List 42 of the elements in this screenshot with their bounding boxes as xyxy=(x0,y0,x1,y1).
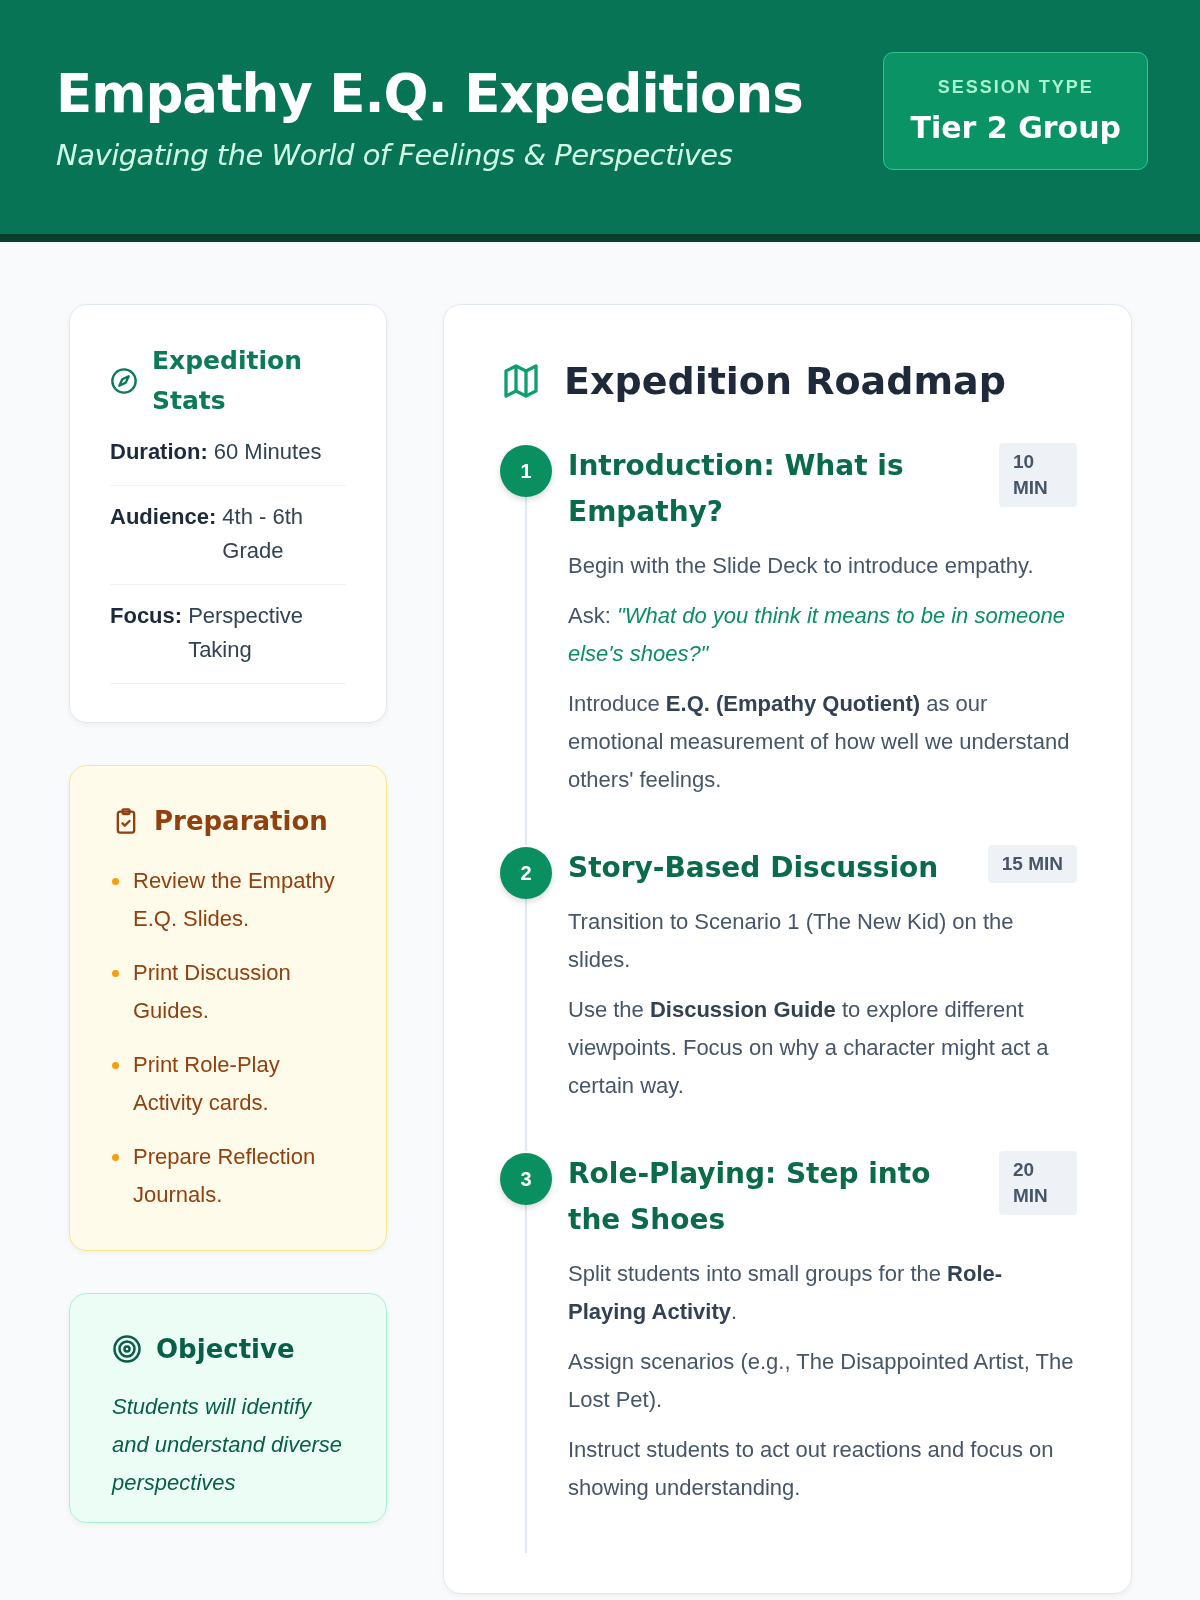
bullet-icon xyxy=(112,878,119,885)
step-text: Ask: "What do you think it means to be in someone else's shoes?" xyxy=(568,602,1066,668)
bullet-icon xyxy=(112,970,119,977)
page-subtitle: Navigating the World of Feelings & Perspectives xyxy=(56,137,734,172)
target-icon xyxy=(112,1334,142,1364)
step-title: Introduction: What is Empathy? xyxy=(568,448,905,530)
stat-value: 4th - 6th Grade xyxy=(222,503,305,565)
page-title: Empathy E.Q. Expeditions xyxy=(56,62,803,124)
step-text: Use the Discussion Guide to explore different viewpoints. Focus on why a character might act a certain way. xyxy=(568,996,1050,1100)
bullet-icon xyxy=(112,1062,119,1069)
preparation-item: Prepare Reflection Journals. xyxy=(133,1143,317,1209)
stat-value: 60 Minutes xyxy=(213,438,322,466)
session-type-label: SESSION TYPE xyxy=(937,77,1094,98)
step-number: 2 xyxy=(500,847,552,899)
step-text: Instruct students to act out reactions and focus on showing understanding. xyxy=(568,1436,1055,1502)
preparation-item: Print Role-Play Activity cards. xyxy=(133,1051,281,1117)
preparation-item: Print Discussion Guides. xyxy=(133,959,292,1025)
duration-badge: 20 MIN xyxy=(999,1151,1077,1215)
step-number: 3 xyxy=(500,1153,552,1205)
bullet-icon xyxy=(112,1154,119,1161)
roadmap-title: Expedition Roadmap xyxy=(564,359,1006,403)
objective-title: Objective xyxy=(156,1334,295,1364)
step-text: Assign scenarios (e.g., The Disappointed Artist, The Lost Pet). xyxy=(568,1348,1075,1414)
stat-label: Focus: xyxy=(110,602,184,630)
step-title: Role-Playing: Step into the Shoes xyxy=(568,1156,932,1238)
step-title: Story-Based Discussion xyxy=(568,850,939,886)
preparation-title: Preparation xyxy=(154,806,328,836)
stat-value: Perspective Taking xyxy=(188,602,305,664)
step-text: Split students into small groups for the Role-Playing Activity. xyxy=(568,1260,1004,1326)
step-text: Introduce E.Q. (Empathy Quotient) as our emotional measurement of how well we understand others' feelings. xyxy=(568,690,1071,794)
preparation-item: Review the Empathy E.Q. Slides. xyxy=(133,867,336,933)
step-number: 1 xyxy=(500,445,552,497)
session-type-value: Tier 2 Group xyxy=(910,110,1121,145)
duration-badge: 10 MIN xyxy=(999,443,1077,507)
objective-text: Students will identify and understand diverse perspectives xyxy=(112,1393,343,1497)
step-text: Begin with the Slide Deck to introduce empathy. xyxy=(568,552,1035,580)
stats-title: Expedition Stats xyxy=(152,345,303,417)
stat-label: Duration: xyxy=(110,438,209,466)
duration-badge: 15 MIN xyxy=(987,845,1077,883)
compass-icon xyxy=(110,367,138,395)
step-text: Transition to Scenario 1 (The New Kid) on the slides. xyxy=(568,908,1015,974)
stat-label: Audience: xyxy=(110,503,218,531)
